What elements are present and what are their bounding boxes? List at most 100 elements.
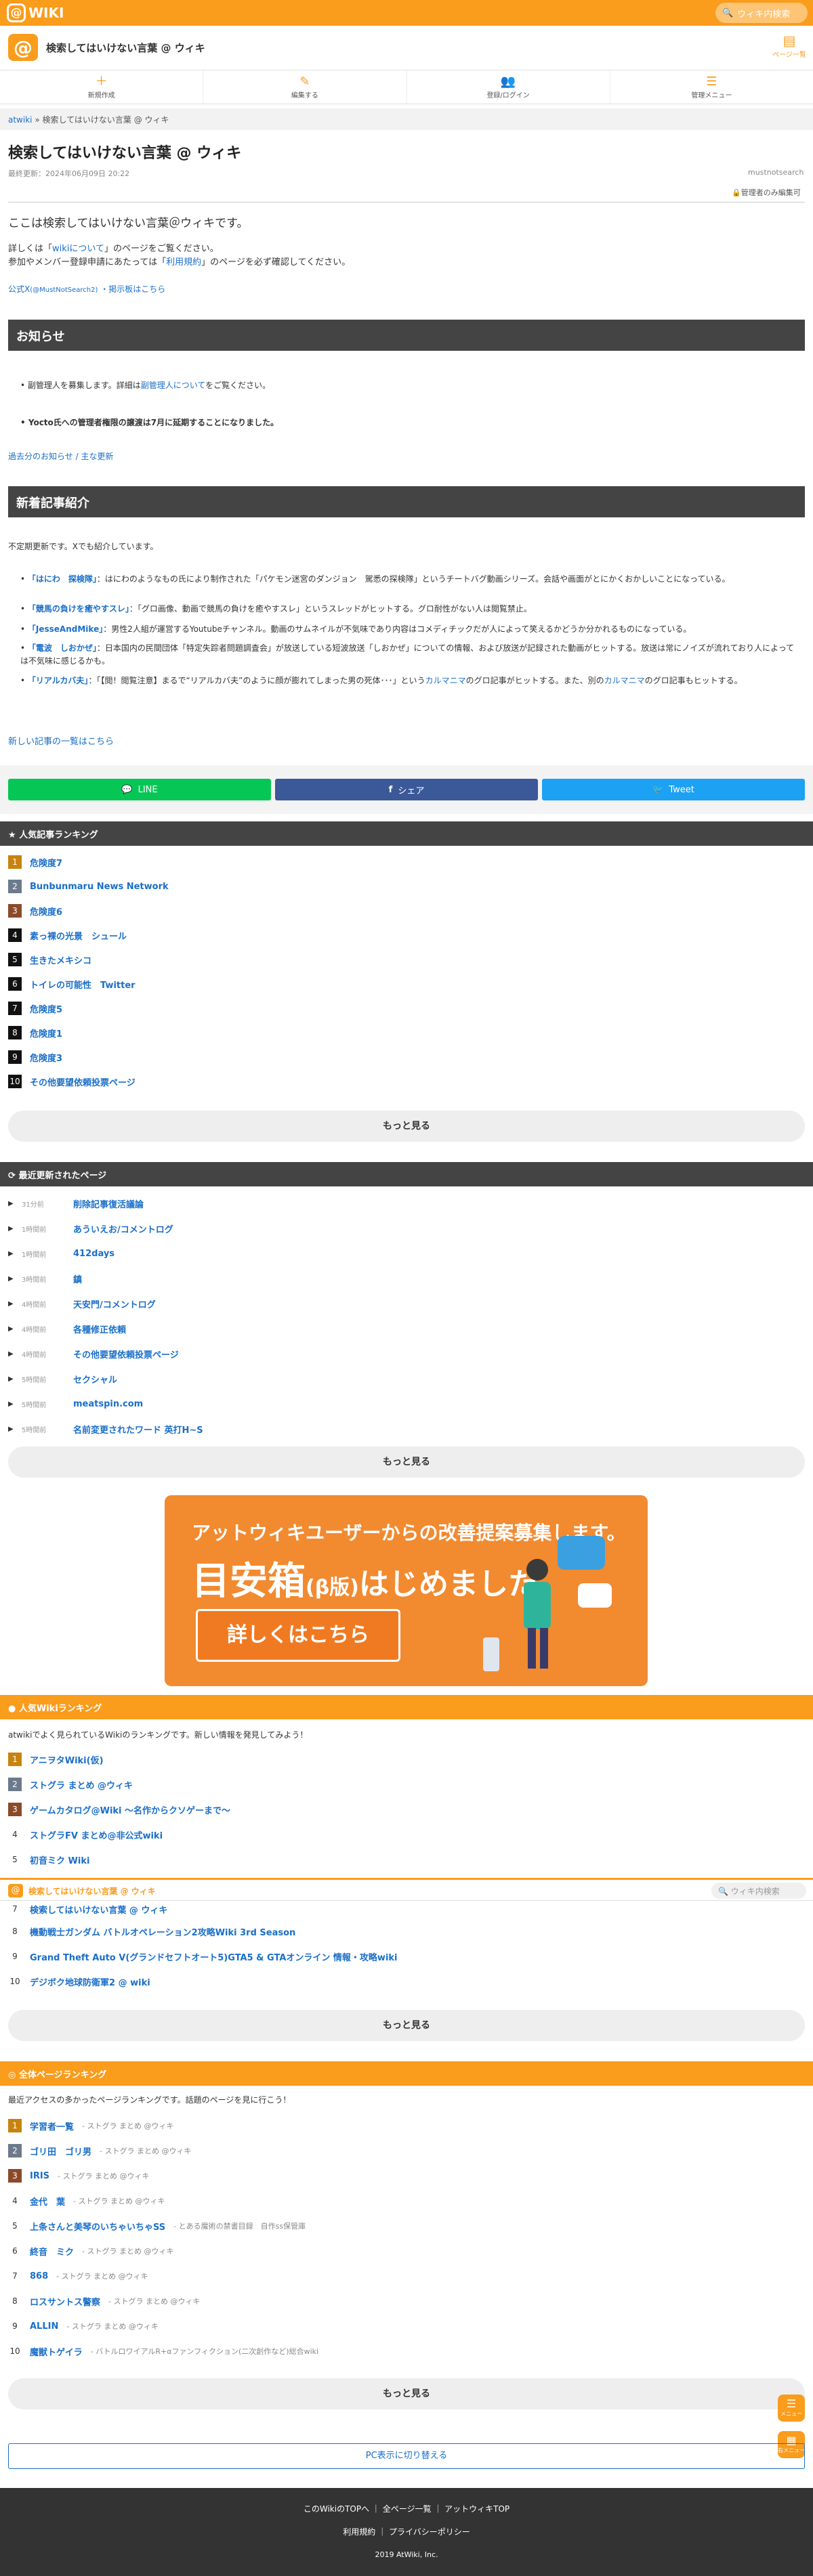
rank-item[interactable]: 2 ゴリ田 ゴリ男 - ストグラ まとめ @ウィキ xyxy=(8,2143,191,2158)
line-share-button[interactable]: 💬 LINE xyxy=(8,779,271,800)
rank-link[interactable]: 生きたメキシコ xyxy=(30,953,91,966)
recent-item[interactable]: ▶ 31分前 削除記事復活議論 xyxy=(8,1196,144,1211)
rank-item[interactable]: 6 終音 ミク - ストグラ まとめ @ウィキ xyxy=(8,2244,173,2258)
rank-item[interactable]: 7 868 - ストグラ まとめ @ウィキ xyxy=(8,2269,148,2283)
new-article-link[interactable]: 「リアルカバ夫」 xyxy=(28,676,89,685)
rank-link[interactable]: 検索してはいけない言葉 @ ウィキ xyxy=(30,1903,167,1916)
login-button[interactable]: 👥 登録/ログイン xyxy=(407,70,610,104)
past-news-link[interactable]: 過去分のお知らせ / 主な更新 xyxy=(8,450,113,462)
rank-item[interactable]: 8 ロスサントス警察 - ストグラ まとめ @ウィキ xyxy=(8,2294,200,2309)
rank-link[interactable]: Bunbunmaru News Network xyxy=(30,882,169,892)
recent-link[interactable]: 天安門/コメントログ xyxy=(73,1297,156,1310)
karmanima-link[interactable]: カルマニマ xyxy=(604,676,645,685)
sticky-search-input[interactable]: 🔍 ウィキ内検索 xyxy=(711,1883,806,1899)
rank-link[interactable]: アニヲタWiki(仮) xyxy=(30,1753,104,1766)
rank-item[interactable]: 1 アニヲタWiki(仮) xyxy=(8,1752,104,1767)
rank-link[interactable]: Grand Theft Auto V(グランドセフトオート5)GTA5 & GT… xyxy=(30,1950,398,1963)
rank-item[interactable]: 10 デジボク地球防衛軍2 @ wiki xyxy=(8,1974,150,1989)
wiki-ranking-more-button[interactable]: もっと見る xyxy=(8,2010,805,2041)
about-wiki-link[interactable]: wikiについて xyxy=(52,244,104,254)
rank-item[interactable]: 4 金代 葉 - ストグラ まとめ @ウィキ xyxy=(8,2193,165,2208)
rank-item[interactable]: 8 危険度1 xyxy=(8,1025,62,1040)
rank-link[interactable]: IRIS xyxy=(30,2171,49,2181)
new-article-link[interactable]: 「JesseAndMike」 xyxy=(28,624,103,634)
rank-item[interactable]: 8 機動戦士ガンダム バトルオペレーション2攻略Wiki 3rd Season xyxy=(8,1924,295,1939)
recent-item[interactable]: ▶ 1時間前 あういえお/コメントログ xyxy=(8,1221,173,1236)
rank-item[interactable]: 3 危険度6 xyxy=(8,903,62,918)
recent-item[interactable]: ▶ 4時間前 その他要望依頼投票ページ xyxy=(8,1346,179,1361)
recent-link[interactable]: 鎮 xyxy=(73,1272,82,1285)
admin-menu-button[interactable]: ☰ 管理メニュー xyxy=(610,70,813,104)
rank-item[interactable]: 6 トイレの可能性 Twitter xyxy=(8,976,136,991)
rank-link[interactable]: 機動戦士ガンダム バトルオペレーション2攻略Wiki 3rd Season xyxy=(30,1925,295,1938)
recent-link[interactable]: 名前変更されたワード 英打H~S xyxy=(73,1423,203,1436)
rank-item[interactable]: 4 ストグラFV まとめ@非公式wiki xyxy=(8,1827,163,1842)
rank-item[interactable]: 5 初音ミク Wiki xyxy=(8,1852,89,1867)
new-articles-list-link[interactable]: 新しい記事の一覧はこちら xyxy=(8,734,114,747)
rank-link[interactable]: 危険度1 xyxy=(30,1027,62,1039)
rank-link[interactable]: 魔獣トゲイラ xyxy=(30,2345,83,2358)
page-list-button[interactable]: ▤ ページ一覧 xyxy=(772,33,806,59)
rank-link[interactable]: トイレの可能性 Twitter xyxy=(30,978,136,991)
rank-link[interactable]: デジボク地球防衛軍2 @ wiki xyxy=(30,1975,150,1988)
banner-details-button[interactable]: 詳しくはこちら xyxy=(196,1609,400,1662)
rank-item[interactable]: 3 ゲームカタログ@Wiki ～名作からクソゲーまで～ xyxy=(8,1802,230,1817)
sticky-wiki-icon[interactable]: @ xyxy=(8,1884,23,1897)
edit-button[interactable]: ✎ 編集する xyxy=(203,70,407,104)
rank-link[interactable]: ストグラ まとめ @ウィキ xyxy=(30,1778,133,1791)
global-search-input[interactable]: 🔍 ウィキ内検索 xyxy=(715,3,808,23)
rank-item[interactable]: 1 危険度7 xyxy=(8,855,62,870)
rank-link[interactable]: 金代 葉 xyxy=(30,2195,65,2208)
rank-link[interactable]: 終音 ミク xyxy=(30,2245,74,2258)
rank-item[interactable]: 9 Grand Theft Auto V(グランドセフトオート5)GTA5 & G… xyxy=(8,1949,398,1964)
new-article-link[interactable]: 「はにわ 探検隊」 xyxy=(28,574,97,584)
rank-item[interactable]: 1 学習者一覧 - ストグラ まとめ @ウィキ xyxy=(8,2118,173,2133)
rank-link[interactable]: ゴリ田 ゴリ男 xyxy=(30,2145,91,2158)
sub-admin-link[interactable]: 副管理人について xyxy=(141,381,205,390)
recent-more-button[interactable]: もっと見る xyxy=(8,1446,805,1478)
rank-link[interactable]: 初音ミク Wiki xyxy=(30,1853,89,1866)
recent-item[interactable]: ▶ 5時間前 セクシャル xyxy=(8,1371,117,1386)
pc-view-switch-button[interactable]: PC表示に切り替える xyxy=(8,2443,805,2469)
rank-link[interactable]: 素っ裸の光景 シュール xyxy=(30,929,127,942)
terms-link[interactable]: 利用規約 xyxy=(166,257,201,267)
rank-link[interactable]: その他要望依頼投票ページ xyxy=(30,1075,136,1088)
rank-item[interactable]: 4 素っ裸の光景 シュール xyxy=(8,928,127,943)
rank-link[interactable]: 危険度3 xyxy=(30,1051,62,1064)
rank-item[interactable]: 5 上条さんと美琴のいちゃいちゃSS - とある魔術の禁書目録 自作ss保管庫 xyxy=(8,2218,306,2233)
recent-link[interactable]: セクシャル xyxy=(73,1373,117,1386)
wiki-icon[interactable]: @ xyxy=(8,34,38,61)
recent-link[interactable]: meatspin.com xyxy=(73,1399,143,1409)
footer-all-pages-link[interactable]: 全ページ一覧 xyxy=(383,2504,432,2514)
rank-item[interactable]: 10 魔獣トゲイラ - バトルロワイアルR+αファンフィクション(二次創作など)総合… xyxy=(8,2344,318,2359)
float-menu-button[interactable]: ☰ メニュー xyxy=(778,2395,805,2422)
recent-item[interactable]: ▶ 5時間前 meatspin.com xyxy=(8,1396,143,1411)
recent-link[interactable]: あういえお/コメントログ xyxy=(73,1222,173,1235)
new-article-link[interactable]: 「競馬の負けを癒やすスレ」 xyxy=(28,604,129,614)
board-link[interactable]: ・掲示板はこちら xyxy=(100,284,165,294)
recent-link[interactable]: 各種修正依頼 xyxy=(73,1323,126,1335)
karmanima-link[interactable]: カルマニマ xyxy=(425,676,466,685)
atwiki-logo[interactable]: @ WIKI xyxy=(7,3,64,22)
recent-link[interactable]: 412days xyxy=(73,1249,114,1259)
rank-link[interactable]: ゲームカタログ@Wiki ～名作からクソゲーまで～ xyxy=(30,1803,230,1816)
rank-link[interactable]: 危険度7 xyxy=(30,856,62,869)
recent-item[interactable]: ▶ 4時間前 天安門/コメントログ xyxy=(8,1296,156,1311)
recent-item[interactable]: ▶ 1時間前 412days xyxy=(8,1246,114,1261)
rank-link[interactable]: ALLIN xyxy=(30,2321,58,2332)
rank-link[interactable]: 危険度6 xyxy=(30,905,62,918)
rank-item[interactable]: 2 ストグラ まとめ @ウィキ xyxy=(8,1777,133,1792)
author-name[interactable]: mustnotsearch xyxy=(748,168,804,177)
rank-item[interactable]: 7 検索してはいけない言葉 @ ウィキ xyxy=(8,1902,167,1916)
facebook-share-button[interactable]: f シェア xyxy=(275,779,538,800)
rank-item[interactable]: 3 IRIS - ストグラ まとめ @ウィキ xyxy=(8,2168,150,2183)
suggestion-box-banner[interactable]: アットウィキユーザーからの改善提案募集します。 目安箱(β版)はじめました。 詳… xyxy=(165,1495,648,1686)
rank-item[interactable]: 5 生きたメキシコ xyxy=(8,952,91,967)
recent-item[interactable]: ▶ 3時間前 鎮 xyxy=(8,1271,82,1286)
popular-more-button[interactable]: もっと見る xyxy=(8,1111,805,1142)
footer-wiki-top-link[interactable]: このWikiのTOPへ xyxy=(304,2504,369,2514)
recent-link[interactable]: その他要望依頼投票ページ xyxy=(73,1348,179,1360)
footer-atwiki-top-link[interactable]: アットウィキTOP xyxy=(444,2504,509,2514)
footer-terms-link[interactable]: 利用規約 xyxy=(343,2527,375,2537)
rank-link[interactable]: 上条さんと美琴のいちゃいちゃSS xyxy=(30,2220,165,2233)
